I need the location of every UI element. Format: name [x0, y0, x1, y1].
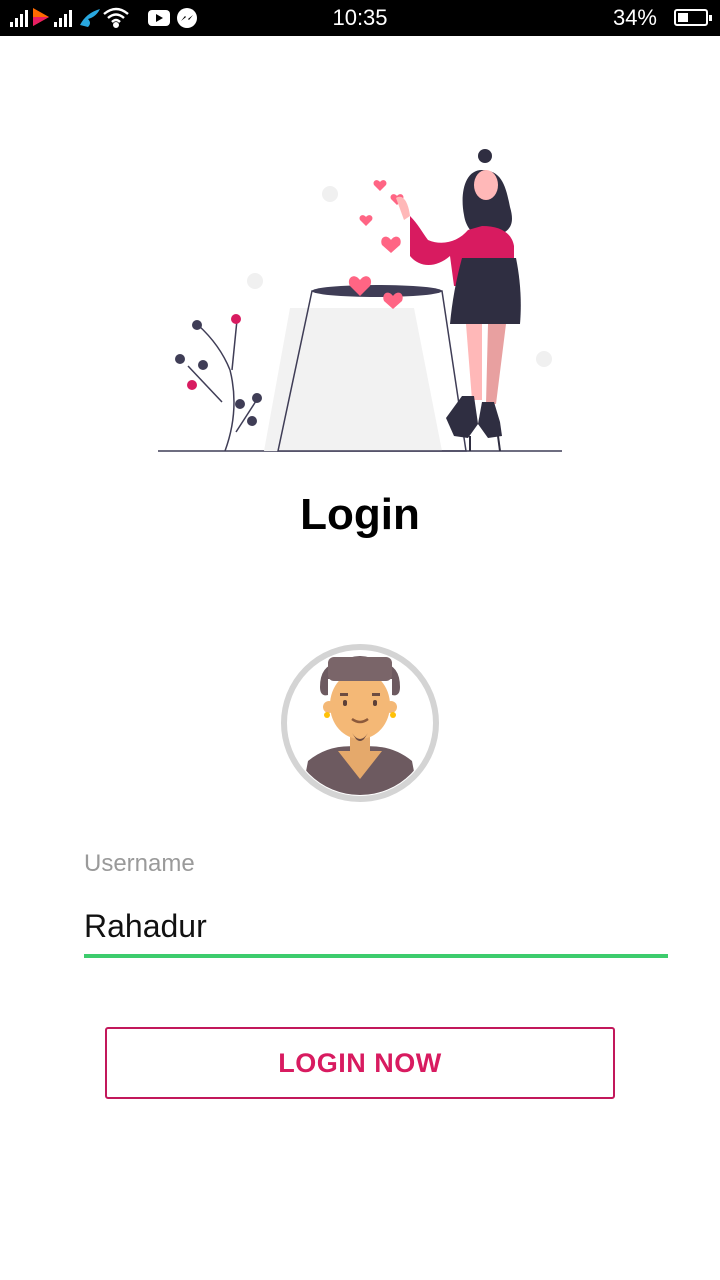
decor-dot [322, 186, 338, 202]
decor-dot [247, 273, 263, 289]
username-label: Username [84, 850, 195, 877]
battery-icon [674, 9, 712, 26]
decor-dot [536, 351, 552, 367]
username-underline [84, 954, 668, 958]
plant-illustration [175, 314, 262, 452]
battery-tip [709, 15, 712, 21]
page-title: Login [300, 490, 420, 539]
battery-percent: 34% [612, 5, 657, 30]
status-bar: 10:35 34% [0, 0, 720, 36]
login-now-button[interactable]: LOGIN NOW [105, 1027, 615, 1099]
gift-box-illustration [264, 285, 467, 452]
battery-fill [678, 13, 689, 22]
username-field[interactable] [84, 900, 668, 952]
hero-illustration [158, 149, 562, 452]
avatar [280, 643, 440, 803]
user-avatar-icon [281, 644, 439, 802]
